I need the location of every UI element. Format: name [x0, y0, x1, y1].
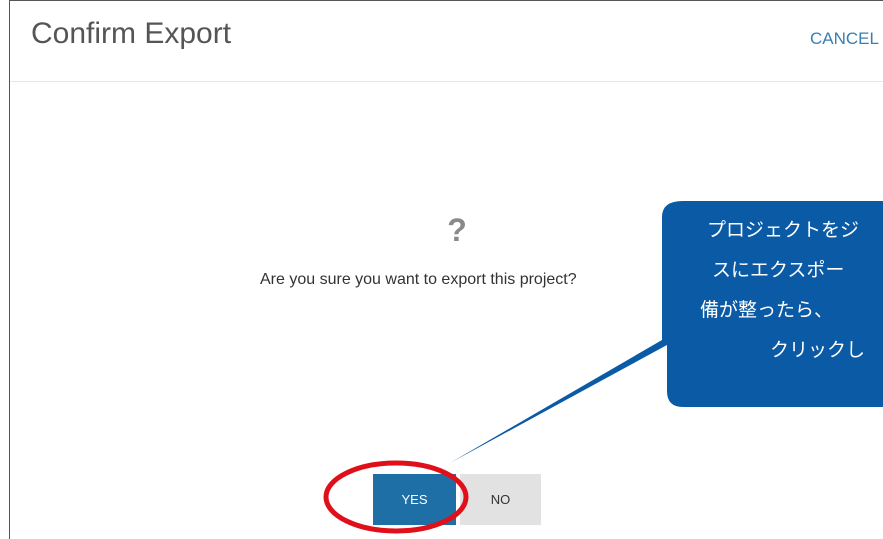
- dialog-header: Confirm Export CANCEL: [10, 1, 883, 82]
- callout-line: クリックし: [770, 339, 866, 361]
- callout-text: プロジェクトをジ スにエクスポー 備が整ったら、 クリックし: [670, 210, 883, 370]
- no-button[interactable]: NO: [460, 474, 541, 525]
- cancel-button[interactable]: CANCEL: [810, 29, 879, 49]
- callout-line: プロジェクトをジ: [707, 219, 860, 241]
- callout-line: 備が整ったら、: [700, 299, 834, 321]
- yes-button[interactable]: YES: [373, 474, 456, 525]
- question-icon: ?: [447, 212, 467, 248]
- confirm-message: Are you sure you want to export this pro…: [260, 271, 577, 288]
- callout-line: スにエクスポー: [712, 259, 845, 281]
- dialog-title: Confirm Export: [31, 17, 232, 50]
- screenshot-frame: Confirm Export CANCEL ? Are you sure you…: [0, 0, 883, 539]
